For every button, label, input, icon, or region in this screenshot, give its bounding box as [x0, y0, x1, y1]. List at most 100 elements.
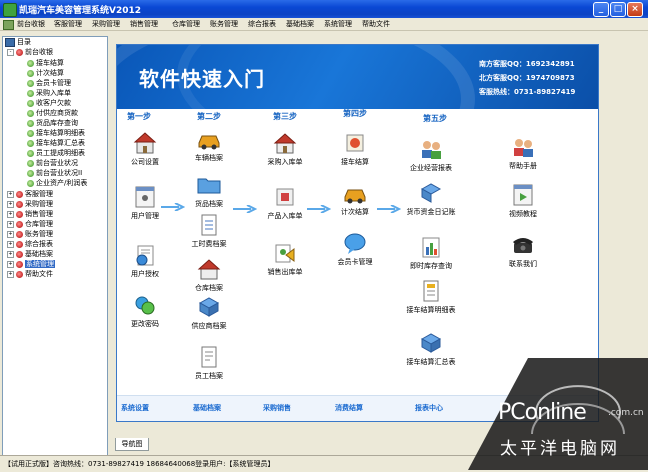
collapse-icon[interactable]: - — [7, 48, 14, 56]
tree-group-front-desk[interactable]: - 前台收银 — [7, 47, 53, 57]
phone-icon — [513, 238, 533, 253]
contact-us-button[interactable]: 联系我们 — [501, 233, 545, 269]
member-card-button[interactable]: 会员卡管理 — [329, 231, 381, 267]
menu-item-base-data[interactable]: 基础档案 — [286, 18, 314, 30]
section-base-data[interactable]: 基础档案 — [193, 403, 221, 413]
inventory-query-label: 即时库存查询 — [410, 262, 452, 270]
product-inbound-button[interactable]: 产品入库单 — [261, 185, 309, 221]
change-password-button[interactable]: 更改密码 — [125, 293, 165, 329]
menu-item-sales[interactable]: 销售管理 — [130, 18, 158, 30]
tree-group[interactable]: + 客服管理 — [7, 189, 53, 199]
item-icon — [27, 89, 34, 97]
section-system-settings[interactable]: 系统设置 — [121, 403, 149, 413]
tree-item[interactable]: 接车结算 — [27, 58, 64, 68]
settlement-icon — [346, 134, 364, 152]
maximize-button[interactable]: □ — [610, 2, 626, 17]
menu-item-purchase[interactable]: 采购管理 — [92, 18, 120, 30]
tree-group[interactable]: + 销售管理 — [7, 209, 53, 219]
item-icon — [27, 129, 34, 137]
close-button[interactable]: × — [627, 2, 643, 17]
document-icon — [201, 214, 217, 236]
warehouse-archive-button[interactable]: 仓库档案 — [187, 257, 231, 293]
step-1-label: 第一步 — [127, 112, 151, 121]
expand-icon[interactable]: + — [7, 240, 14, 248]
tree-item[interactable]: 会员卡管理 — [27, 78, 71, 88]
watermark-cn: 太平洋电脑网 — [500, 439, 620, 459]
company-icon — [133, 132, 157, 154]
group-icon — [16, 270, 23, 278]
tab-navigation-map[interactable]: 导航图 — [115, 438, 149, 451]
tree-item[interactable]: 前台营业状况II — [27, 168, 82, 178]
help-people-icon — [514, 139, 533, 157]
tree-group[interactable]: + 帮助文件 — [7, 269, 53, 279]
group-icon — [16, 200, 23, 208]
menu-item-customer-service[interactable]: 客服管理 — [54, 18, 82, 30]
settlement-summary-button[interactable]: 接车结算汇总表 — [397, 331, 465, 367]
tree-item[interactable]: 货品库存查询 — [27, 118, 78, 128]
count-settlement-button[interactable]: 计次结算 — [333, 181, 377, 217]
count-settlement-label: 计次结算 — [341, 208, 369, 216]
menu-item-help[interactable]: 帮助文件 — [362, 18, 390, 30]
user-management-button[interactable]: 用户管理 — [125, 185, 165, 221]
section-consumption-settlement[interactable]: 消费结算 — [335, 403, 363, 413]
tree-group[interactable]: + 仓库管理 — [7, 219, 53, 229]
tree-item[interactable]: 企业资产/利润表 — [27, 178, 87, 188]
user-authorization-button[interactable]: 用户授权 — [125, 243, 165, 279]
vehicle-settlement-button[interactable]: 接车结算 — [333, 131, 377, 167]
settlement-detail-button[interactable]: 接车结算明细表 — [397, 279, 465, 315]
tree-item[interactable]: 接车结算汇总表 — [27, 138, 85, 148]
menu-item-warehouse[interactable]: 仓库管理 — [172, 18, 200, 30]
tree-item[interactable]: 采购入库单 — [27, 88, 71, 98]
goods-archive-button[interactable]: 货品档案 — [187, 173, 231, 209]
tree-item[interactable]: 计次结算 — [27, 68, 64, 78]
sales-icon — [275, 244, 295, 263]
tree-group[interactable]: + 基础档案 — [7, 249, 53, 259]
labor-fee-archive-button[interactable]: 工时费档案 — [187, 213, 231, 249]
section-report-center[interactable]: 报表中心 — [415, 403, 443, 413]
company-settings-button[interactable]: 公司设置 — [125, 131, 165, 167]
supplier-archive-button[interactable]: 供应商档案 — [187, 295, 231, 331]
menu-item-system[interactable]: 系统管理 — [324, 18, 352, 30]
purchase-inbound-button[interactable]: 采购入库单 — [261, 131, 309, 167]
tree-item[interactable]: 付供应商货款 — [27, 108, 78, 118]
inventory-query-button[interactable]: 即时库存查询 — [401, 235, 461, 271]
tree-group[interactable]: + 综合报表 — [7, 239, 53, 249]
car-icon — [198, 135, 220, 150]
tree-item[interactable]: 收客户欠款 — [27, 98, 71, 108]
expand-icon[interactable]: + — [7, 260, 14, 268]
section-purchase-sales[interactable]: 采购销售 — [263, 403, 291, 413]
menu-item-accounts[interactable]: 账务管理 — [210, 18, 238, 30]
item-icon — [27, 69, 34, 77]
vehicle-archive-button[interactable]: 车辆档案 — [187, 127, 231, 163]
menu-item-reports[interactable]: 综合报表 — [248, 18, 276, 30]
employee-archive-button[interactable]: 员工档案 — [187, 345, 231, 381]
north-qq: 北方客服QQ：1974709873 — [479, 74, 575, 82]
tree-root[interactable]: 目录 — [5, 37, 31, 47]
tree-item[interactable]: 前台营业状况 — [27, 158, 78, 168]
business-report-button[interactable]: 企业经营报表 — [401, 137, 461, 173]
tree-group[interactable]: + 采购管理 — [7, 199, 53, 209]
minimize-button[interactable]: _ — [593, 2, 609, 17]
expand-icon[interactable]: + — [7, 230, 14, 238]
expand-icon[interactable]: + — [7, 190, 14, 198]
tree-item[interactable]: 接车结算明细表 — [27, 128, 85, 138]
expand-icon[interactable]: + — [7, 250, 14, 258]
video-tutorial-button[interactable]: 视频教程 — [501, 183, 545, 219]
cash-journal-button[interactable]: 货币资金日记账 — [397, 181, 465, 217]
sales-outbound-button[interactable]: 销售出库单 — [261, 241, 309, 277]
menu-item-front-desk[interactable]: 前台收银 — [17, 18, 45, 30]
company-settings-label: 公司设置 — [131, 158, 159, 166]
step-2-label: 第二步 — [197, 112, 221, 121]
group-icon — [16, 260, 23, 268]
help-manual-button[interactable]: 帮助手册 — [501, 135, 545, 171]
expand-icon[interactable]: + — [7, 210, 14, 218]
expand-icon[interactable]: + — [7, 200, 14, 208]
tree-item[interactable]: 员工提成明细表 — [27, 148, 85, 158]
warehouse-icon — [197, 259, 221, 280]
user-management-label: 用户管理 — [131, 212, 159, 220]
tree-group[interactable]: + 账务管理 — [7, 229, 53, 239]
expand-icon[interactable]: + — [7, 270, 14, 278]
watermark-domain: .com.cn — [608, 408, 644, 418]
tree-group-selected[interactable]: + 系统管理 — [7, 259, 55, 269]
expand-icon[interactable]: + — [7, 220, 14, 228]
